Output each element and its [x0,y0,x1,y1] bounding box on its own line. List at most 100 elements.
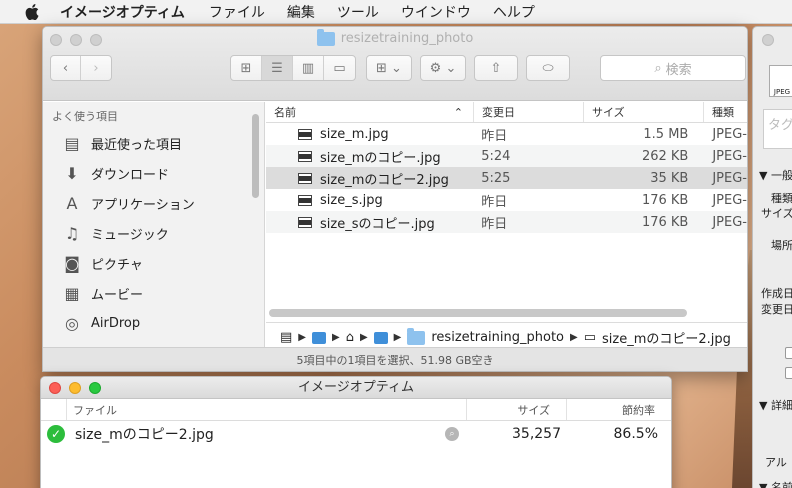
close-button[interactable] [762,34,774,46]
chevron-right-icon: ▶ [570,332,578,343]
menu-tools[interactable]: ツール [337,2,379,22]
column-header: 名前 ⌃ 変更日 サイズ 種類 [266,102,747,123]
file-row[interactable]: size_m.jpg 昨日 1.5 MB JPEG- [266,123,747,145]
chevron-right-icon: ▶ [359,332,368,343]
menu-window[interactable]: ウインドウ [401,2,471,22]
tag-icon[interactable]: ⬭ [526,55,570,81]
column-date-header[interactable]: 変更日 [474,102,584,122]
image-file-icon [298,150,312,162]
downloads-folder-icon[interactable] [373,331,388,344]
menu-file[interactable]: ファイル [209,2,265,22]
tags-field[interactable]: タグ [763,109,792,149]
menu-app-name[interactable]: イメージオプティム [60,2,185,22]
magnifier-icon[interactable]: ⌕ [445,427,459,441]
size-label: サイズ [761,207,792,220]
path-folder[interactable]: resizetraining_photo [431,330,564,345]
gear-icon[interactable]: ⚙ ⌄ [420,55,466,81]
menu-help[interactable]: ヘルプ [493,2,535,22]
folder-icon [316,28,335,46]
icon-view-icon[interactable]: ⊞ [231,56,262,80]
imageoptim-row[interactable]: ✓ size_mのコピー2.jpg ⌕ 35,257 86.5% [41,421,671,447]
close-button[interactable] [49,382,61,394]
checkmark-icon: ✓ [47,425,65,443]
column-view-icon[interactable]: ▥ [293,56,324,80]
kind-label: 種類 [771,192,792,205]
imageoptim-column-header: ファイル サイズ 節約率 [41,399,671,421]
column-savings-header[interactable]: 節約率 [567,399,671,420]
column-size-header[interactable]: サイズ [584,102,704,122]
modified-label: 変更日 [761,303,792,316]
sidebar-item-pictures[interactable]: ◙ ピクチャ [43,248,264,278]
hard-drive-icon[interactable]: ▤ [280,330,292,345]
checkbox[interactable] [785,367,792,379]
column-kind-header[interactable]: 種類 [704,102,747,122]
image-file-icon [298,194,312,206]
back-button[interactable]: ‹ [51,56,82,80]
window-title: イメージオプティム [298,380,414,395]
image-file-icon: ▭ [583,330,596,345]
folder-icon [407,327,426,345]
chevron-right-icon: ▶ [298,332,306,343]
applications-icon: A [66,193,78,213]
sidebar-item-music[interactable]: ♫ ミュージック [43,218,264,248]
sidebar-item-applications[interactable]: A アプリケーション [43,188,264,218]
list-view-icon[interactable]: ☰ [262,56,293,80]
forward-button[interactable]: › [81,56,111,80]
download-icon: ⬇ [65,163,79,183]
file-row[interactable]: size_s.jpg 昨日 176 KB JPEG- [266,189,747,211]
column-file-header[interactable]: ファイル [67,399,467,420]
sidebar-item-movies[interactable]: ▦ ムービー [43,278,264,308]
home-icon[interactable]: ⌂ [346,330,354,345]
savings-percent: 86.5% [613,426,658,442]
film-icon: ▦ [64,283,80,303]
location-label: 場所 [771,239,792,252]
window-title: resizetraining_photo [43,28,747,46]
alt-label: アル [765,456,787,469]
finder-sidebar: よく使う項目 ▤ 最近使った項目 ⬇ ダウンロード A アプリケーション ♫ ミ… [43,102,265,363]
menu-edit[interactable]: 編集 [287,2,315,22]
status-bar: 5項目中の1項目を選択、51.98 GB空き [43,347,747,371]
search-input[interactable]: ⌕ 検索 [600,55,746,81]
camera-icon: ◙ [64,253,80,273]
back-forward-buttons: ‹ › [50,55,112,81]
column-size-header[interactable]: サイズ [467,399,567,420]
recents-icon: ▤ [64,133,80,153]
file-list: 名前 ⌃ 変更日 サイズ 種類 size_m.jpg 昨日 1.5 MB JPE… [266,102,747,352]
chevron-right-icon: ▶ [393,332,402,343]
imageoptim-window: イメージオプティム ファイル サイズ 節約率 ✓ size_mのコピー2.jpg… [40,376,672,488]
sidebar-item-recents[interactable]: ▤ 最近使った項目 [43,128,264,158]
minimize-button[interactable] [69,382,81,394]
details-section[interactable]: ▼ 詳細 [759,397,792,413]
image-file-icon [298,128,312,140]
file-size: 35,257 [512,426,561,442]
sidebar-scrollbar[interactable] [252,114,259,198]
checkbox[interactable] [785,347,792,359]
view-mode-buttons: ⊞ ☰ ▥ ▭ [230,55,356,81]
sort-ascending-icon: ⌃ [453,105,463,119]
horizontal-scrollbar[interactable] [269,309,687,317]
info-panel: JPEG タグ ▼ 一般 種類 サイズ 場所 作成日 変更日 ▼ 詳細 アル ▼… [752,26,792,488]
chevron-right-icon: ▶ [332,332,340,343]
zoom-button[interactable] [89,382,101,394]
finder-window: resizetraining_photo ‹ › ⊞ ☰ ▥ ▭ ⊞ ⌄ ⚙ ⌄… [42,26,748,372]
sidebar-item-downloads[interactable]: ⬇ ダウンロード [43,158,264,188]
name-section[interactable]: ▼ 名前 [759,479,792,488]
column-name-header[interactable]: 名前 ⌃ [266,102,474,122]
file-name: size_mのコピー2.jpg [75,427,214,443]
share-icon[interactable]: ⇧ [474,55,518,81]
arrange-icon[interactable]: ⊞ ⌄ [366,55,412,81]
path-file[interactable]: size_mのコピー2.jpg [602,328,731,347]
status-column-header [41,399,67,420]
users-folder-icon[interactable] [312,331,326,344]
menubar: イメージオプティム ファイル 編集 ツール ウインドウ ヘルプ [0,0,792,24]
general-section[interactable]: ▼ 一般 [759,167,792,183]
sidebar-item-airdrop[interactable]: ◎ AirDrop [43,308,264,338]
created-label: 作成日 [761,287,792,300]
file-row[interactable]: size_sのコピー.jpg 昨日 176 KB JPEG- [266,211,747,233]
file-row-selected[interactable]: size_mのコピー2.jpg 5:25 35 KB JPEG- [266,167,747,189]
coverflow-view-icon[interactable]: ▭ [324,56,355,80]
file-row[interactable]: size_mのコピー.jpg 5:24 262 KB JPEG- [266,145,747,167]
finder-titlebar: resizetraining_photo ‹ › ⊞ ☰ ▥ ▭ ⊞ ⌄ ⚙ ⌄… [43,27,747,101]
airdrop-icon: ◎ [65,313,79,333]
apple-logo-icon[interactable] [22,2,42,22]
